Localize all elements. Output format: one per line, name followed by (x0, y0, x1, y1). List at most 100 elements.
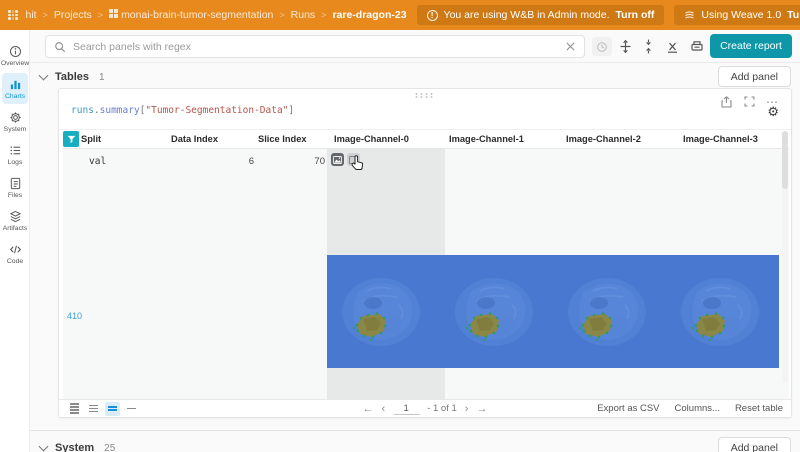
sidebar-label: Charts (4, 93, 26, 100)
image-overlay-toggle-icon[interactable] (331, 153, 344, 166)
breadcrumb-separator: > (321, 10, 327, 20)
sidebar-item-overview[interactable]: Overview (0, 40, 30, 71)
panel-search-box (45, 35, 585, 58)
exclamation-circle-icon: ! (426, 9, 438, 21)
add-panel-button[interactable]: Add panel (717, 66, 791, 87)
tables-section-count: 1 (99, 71, 105, 83)
cell-slice-index-value[interactable]: 70 (285, 156, 325, 167)
create-report-button[interactable]: Create report (710, 34, 792, 58)
column-header-slice-index[interactable]: Slice Index (258, 130, 307, 148)
gear-icon (9, 112, 21, 123)
sidebar-item-charts[interactable]: Charts (2, 73, 28, 104)
breadcrumb-separator: > (279, 10, 285, 20)
chevron-down-icon[interactable] (38, 70, 49, 81)
page-number-input[interactable] (393, 402, 420, 415)
reset-table-button[interactable]: Reset table (735, 403, 783, 414)
cell-data-index-value[interactable]: 6 (203, 156, 254, 167)
system-section-count: 25 (104, 442, 116, 452)
sidebar-label: Overview (0, 60, 30, 67)
breadcrumb-run-name[interactable]: rare-dragon-23 (332, 9, 406, 21)
column-header-split[interactable]: Split (81, 130, 101, 148)
image-channel-0-scan[interactable] (327, 255, 440, 368)
column-header-image-channel-1[interactable]: Image-Channel-1 (449, 130, 524, 148)
breadcrumb-separator: > (97, 10, 104, 20)
panel-query-expression[interactable]: runs.summary["Tumor-Segmentation-Data"] (71, 105, 294, 116)
breadcrumb: hit > Projects > monai-brain-tumor-segme… (26, 9, 407, 21)
expand-panels-icon[interactable] (617, 38, 634, 55)
tables-section-title[interactable]: Tables (55, 71, 89, 83)
breadcrumb-project[interactable]: monai-brain-tumor-segmentation (109, 9, 273, 21)
image-channel-3-scan[interactable] (666, 255, 779, 368)
row-index-link[interactable]: 410 (67, 311, 82, 321)
section-divider (30, 430, 800, 431)
sidebar-item-system[interactable]: System (2, 106, 28, 137)
sidebar-item-artifacts[interactable]: Artifacts (2, 205, 28, 236)
row-height-xs-button[interactable] (67, 402, 82, 416)
system-section-header: System 25 Add panel (30, 436, 800, 452)
admin-mode-banner: ! You are using W&B in Admin mode. Turn … (416, 5, 665, 25)
row-height-small-button[interactable] (86, 402, 101, 416)
mask-toggle-icon[interactable] (347, 153, 360, 166)
admin-mode-turn-off-button[interactable]: Turn off (616, 9, 655, 21)
weave-turn-off-button[interactable]: Turn off (787, 9, 800, 21)
add-panel-button[interactable]: Add panel (717, 437, 791, 452)
artifacts-icon (9, 210, 21, 223)
sidebar-label: Code (6, 258, 24, 265)
top-navigation-bar: hit > Projects > monai-brain-tumor-segme… (0, 0, 800, 30)
panel-settings-gear-icon[interactable]: ⚙ (767, 105, 779, 119)
weave-message: Using Weave 1.0 (701, 9, 782, 21)
row-height-large-button[interactable] (124, 402, 139, 416)
query-method: summary (99, 105, 140, 116)
logs-icon (10, 146, 20, 155)
column-header-image-channel-2[interactable]: Image-Channel-2 (566, 130, 641, 148)
image-channel-1-scan[interactable] (440, 255, 553, 368)
sidebar-label: Files (7, 192, 23, 199)
fullscreen-icon[interactable] (743, 95, 756, 108)
wandb-logo-icon[interactable] (8, 7, 18, 23)
share-panel-icon[interactable] (720, 95, 733, 108)
project-grid-icon (109, 9, 119, 18)
weave-icon (685, 10, 695, 18)
first-page-icon[interactable]: ← (363, 403, 374, 415)
query-string: "Tumor-Segmentation-Data" (145, 105, 289, 116)
clear-search-icon[interactable] (565, 41, 576, 52)
sidebar-item-files[interactable]: Files (2, 172, 28, 203)
cell-split-value[interactable]: val (89, 156, 106, 167)
table-body: val 6 70 410 (63, 148, 789, 403)
columns-button[interactable]: Columns... (675, 403, 720, 414)
panel-drag-handle-icon[interactable] (415, 93, 435, 98)
page-status: - 1 of 1 (427, 403, 457, 414)
previous-page-icon[interactable]: ‹ (382, 403, 386, 415)
tables-section-header: Tables 1 Add panel (30, 65, 800, 89)
table-panel: ⋯ runs.summary["Tumor-Segmentation-Data"… (58, 88, 792, 418)
image-row (327, 255, 779, 368)
search-icon (55, 41, 66, 52)
image-channel-2-scan[interactable] (553, 255, 666, 368)
collapse-panels-icon[interactable] (640, 38, 657, 55)
table-footer: ← ‹ - 1 of 1 › → Export as CSV Columns..… (59, 399, 791, 417)
sidebar-item-logs[interactable]: Logs (2, 139, 28, 170)
sidebar-item-code[interactable]: Code (2, 238, 28, 269)
breadcrumb-runs[interactable]: Runs (291, 9, 316, 21)
search-history-icon[interactable] (592, 37, 612, 56)
system-section-title[interactable]: System (55, 442, 94, 452)
data-table: Split Data Index Slice Index Image-Chann… (59, 129, 791, 403)
search-input[interactable] (73, 40, 558, 53)
last-page-icon[interactable]: → (476, 403, 487, 415)
column-header-data-index[interactable]: Data Index (171, 130, 218, 148)
x-axis-icon[interactable] (664, 38, 681, 55)
next-page-icon[interactable]: › (465, 403, 469, 415)
pagination: ← ‹ - 1 of 1 › → (363, 402, 487, 415)
query-object: runs (71, 105, 94, 116)
chevron-down-icon[interactable] (38, 441, 49, 452)
export-csv-button[interactable]: Export as CSV (597, 403, 659, 414)
breadcrumb-entity[interactable]: hit (26, 9, 37, 21)
breadcrumb-projects[interactable]: Projects (54, 9, 92, 21)
row-height-medium-button[interactable] (105, 401, 120, 416)
table-vertical-scrollbar[interactable] (782, 131, 788, 383)
outliers-icon[interactable] (688, 38, 705, 55)
column-header-image-channel-3[interactable]: Image-Channel-3 (683, 130, 758, 148)
query-bracket: ] (288, 105, 295, 116)
filter-funnel-icon[interactable] (63, 131, 79, 147)
column-header-image-channel-0[interactable]: Image-Channel-0 (334, 130, 409, 148)
